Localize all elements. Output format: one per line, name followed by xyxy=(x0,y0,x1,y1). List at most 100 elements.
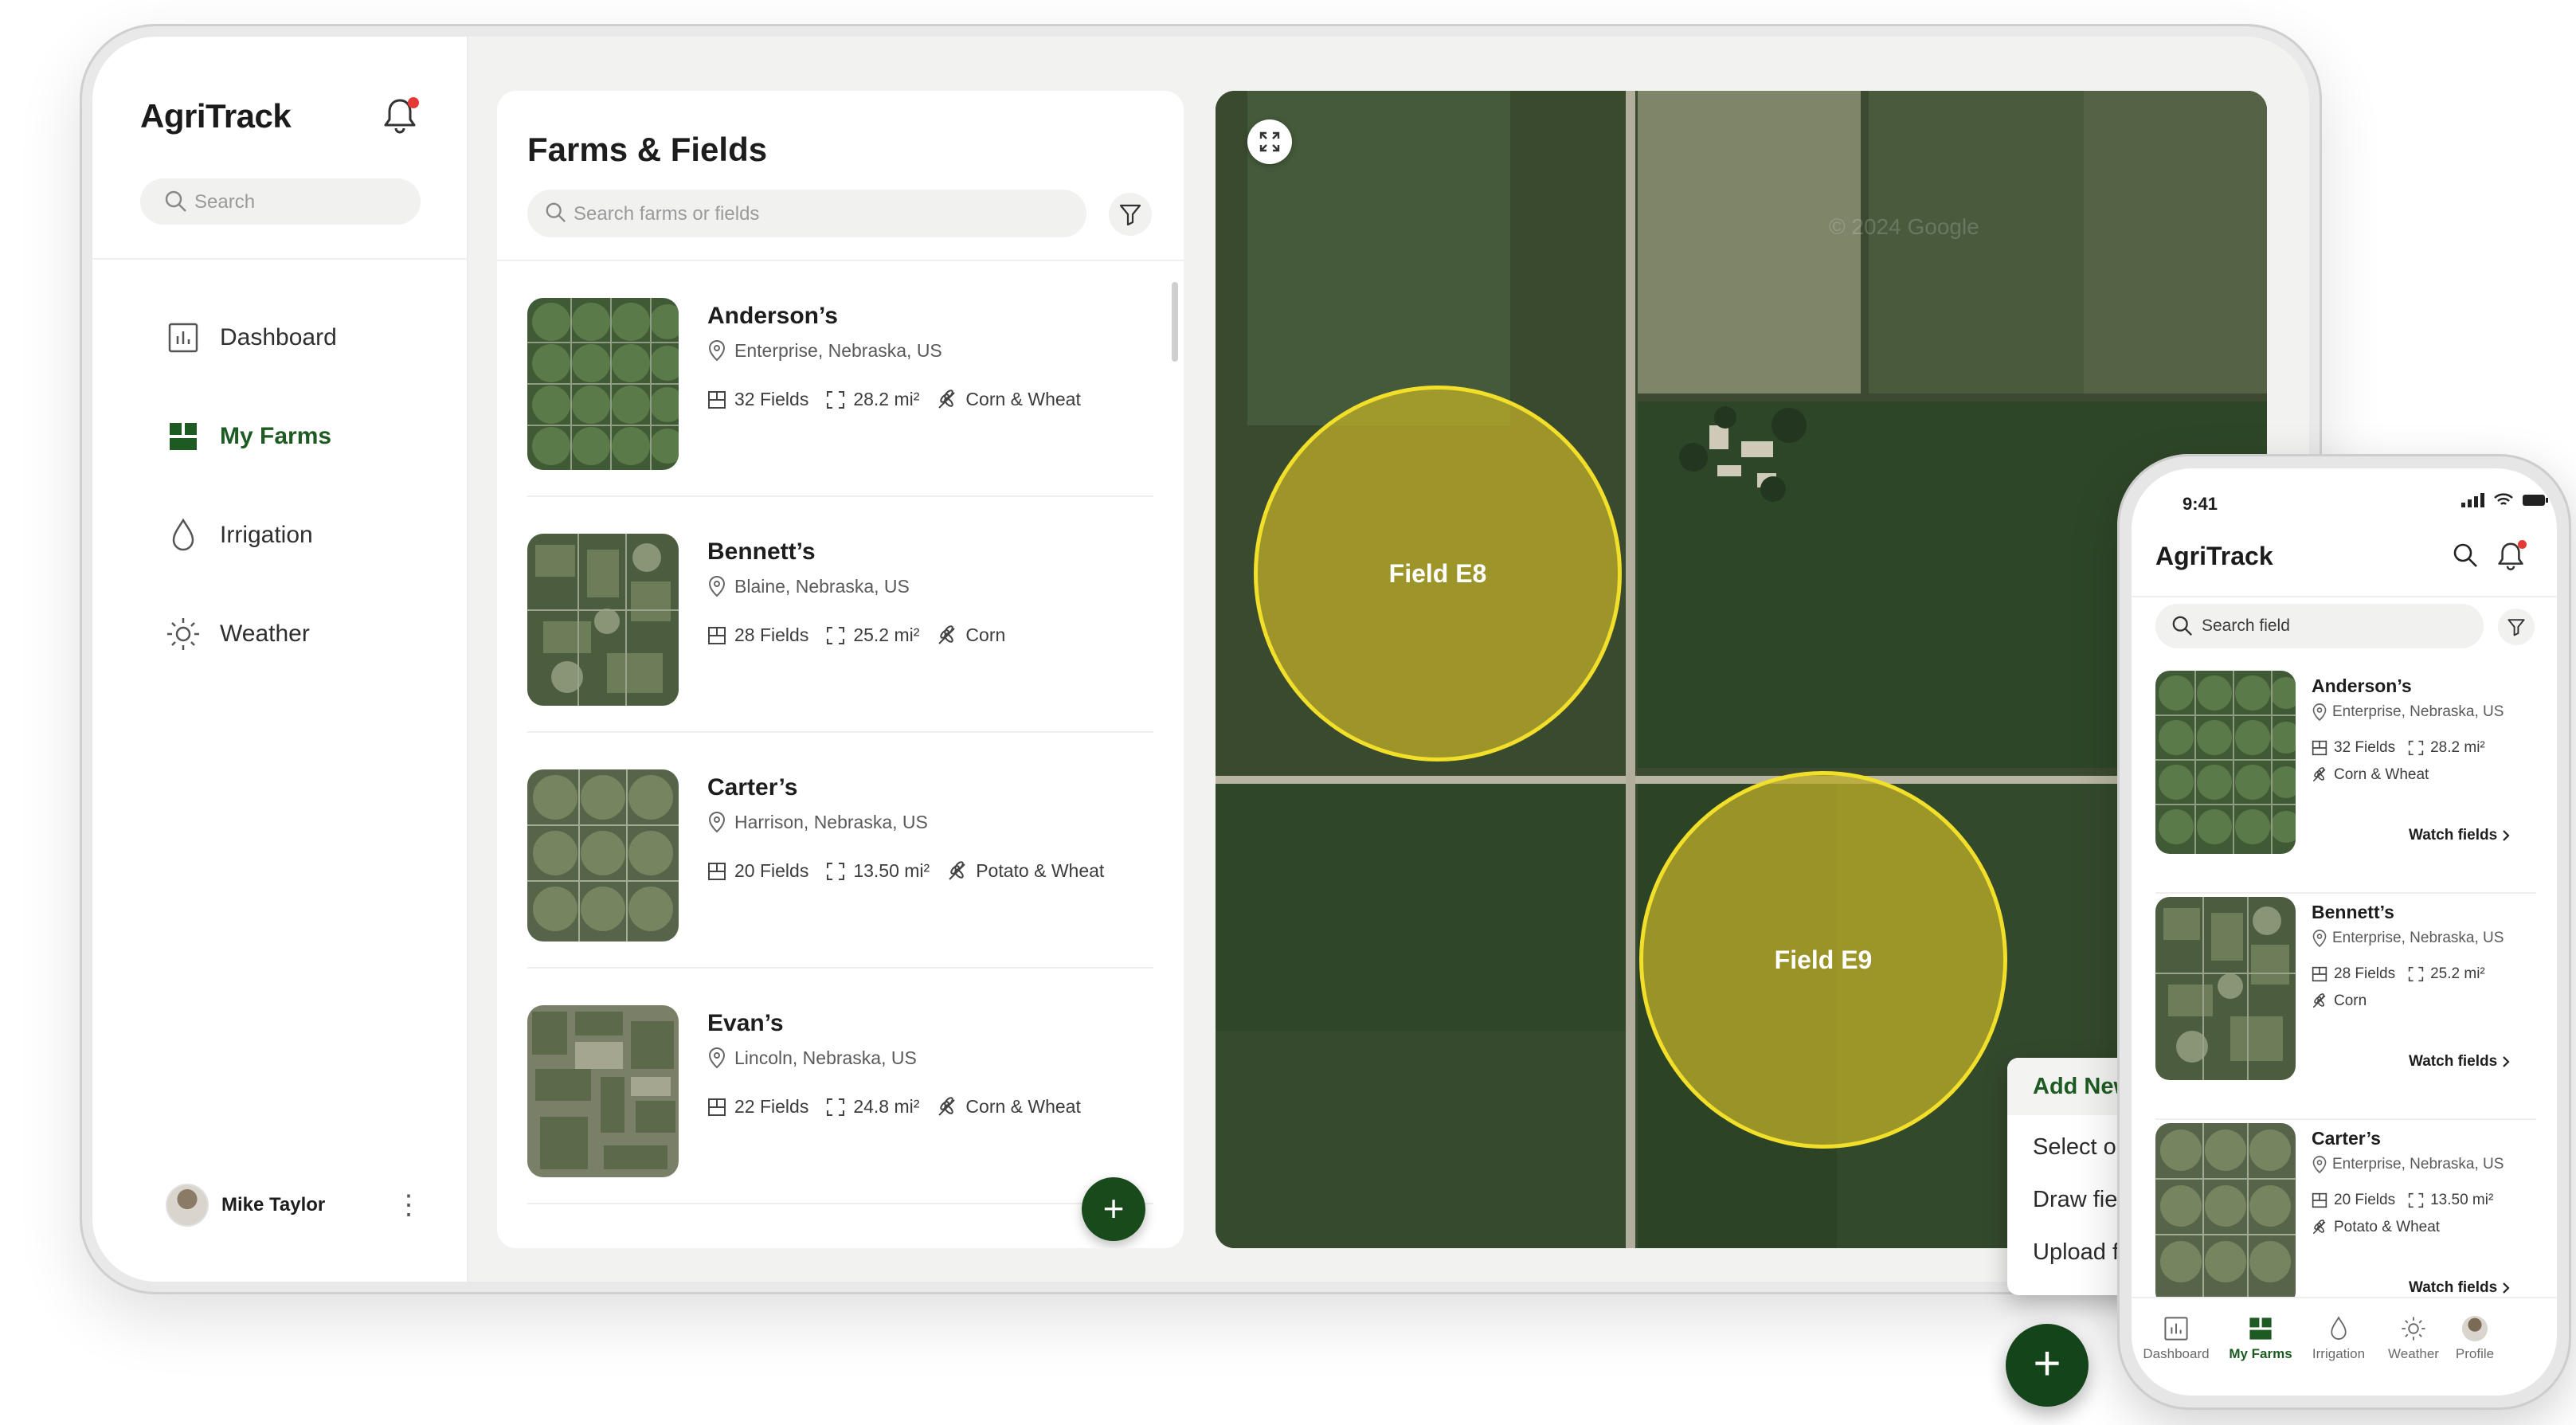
area-expand-icon xyxy=(827,1098,845,1116)
farm-crops: Potato & Wheat xyxy=(2334,1219,2441,1235)
farm-list-item[interactable]: Evan’s Lincoln, Nebraska, US 22 Fields 2… xyxy=(527,969,1153,1204)
watch-fields-label: Watch fields xyxy=(2409,1279,2498,1296)
crop-wheat-icon xyxy=(2312,767,2326,782)
tab-my-farms[interactable]: My Farms xyxy=(2221,1316,2300,1362)
farm-location-text: Harrison, Nebraska, US xyxy=(734,811,928,832)
field-boundary-e8[interactable]: Field E8 xyxy=(1254,386,1622,761)
page-title: Farms & Fields xyxy=(527,131,768,168)
farm-field-count: 32 Fields xyxy=(734,389,809,409)
farm-area: 25.2 mi² xyxy=(2430,965,2485,982)
farm-list-item[interactable]: Anderson’s Enterprise, Nebraska, US 32 F… xyxy=(527,261,1153,497)
farm-satellite-thumbnail xyxy=(527,298,679,470)
sidebar-item-label: Irrigation xyxy=(220,522,313,548)
field-boundary-e9[interactable]: Field E9 xyxy=(1639,771,2007,1149)
farm-list-item[interactable]: Bennett’s Enterprise, Nebraska, US 28 Fi… xyxy=(2155,887,2536,1120)
phone-frame: 9:41 AgriTrack Search field Anderson’s E… xyxy=(2117,454,2571,1410)
farm-area: 24.8 mi² xyxy=(853,1096,920,1117)
add-field-button[interactable]: + xyxy=(2006,1324,2089,1407)
farm-field-count: 28 Fields xyxy=(734,624,809,645)
avatar xyxy=(166,1184,209,1227)
filter-button[interactable] xyxy=(2498,609,2535,645)
filter-button[interactable] xyxy=(1109,193,1152,236)
sidebar-item-weather[interactable]: Weather xyxy=(166,610,310,658)
farm-field-count: 32 Fields xyxy=(2334,739,2396,756)
tab-label: Weather xyxy=(2388,1346,2439,1361)
farm-location: Blaine, Nebraska, US xyxy=(707,575,910,597)
farm-location-text: Lincoln, Nebraska, US xyxy=(734,1047,917,1068)
search-icon xyxy=(165,190,186,212)
field-search-input[interactable]: Search field xyxy=(2155,604,2484,648)
location-pin-icon xyxy=(708,575,726,597)
notification-bell-icon[interactable] xyxy=(2496,540,2527,572)
crop-wheat-icon xyxy=(938,389,956,409)
chevron-right-icon xyxy=(2503,1056,2510,1067)
farm-crops: Corn xyxy=(2334,992,2367,1009)
more-options-icon[interactable]: ⋮ xyxy=(395,1185,422,1225)
fullscreen-button[interactable] xyxy=(1247,119,1292,164)
sidebar: AgriTrack Search Dashboard My Farms Irri… xyxy=(92,37,468,1282)
phone-screen: 9:41 AgriTrack Search field Anderson’s E… xyxy=(2132,468,2557,1396)
farm-satellite-thumbnail xyxy=(527,1005,679,1177)
tab-profile[interactable]: Profile xyxy=(2439,1316,2511,1362)
profile-avatar-icon xyxy=(2462,1316,2488,1341)
sidebar-item-irrigation[interactable]: Irrigation xyxy=(166,511,313,559)
fields-grid-icon xyxy=(708,390,726,409)
location-pin-icon xyxy=(2312,1156,2327,1174)
app-title: AgriTrack xyxy=(2155,542,2273,570)
farm-list-item[interactable]: Carter’s Harrison, Nebraska, US 20 Field… xyxy=(527,733,1153,969)
notification-dot xyxy=(2518,540,2527,549)
bottom-tab-bar: Dashboard My Farms Irrigation Weather Pr… xyxy=(2132,1297,2557,1396)
tab-dashboard[interactable]: Dashboard xyxy=(2136,1316,2216,1362)
farm-list-item[interactable]: Anderson’s Enterprise, Nebraska, US 32 F… xyxy=(2155,661,2536,894)
watch-fields-link[interactable]: Watch fields xyxy=(2409,1279,2515,1297)
farm-name: Carter’s xyxy=(2312,1128,2381,1149)
sidebar-search-input[interactable]: Search xyxy=(140,178,421,225)
fields-grid-icon xyxy=(708,862,726,880)
location-pin-icon xyxy=(708,1047,726,1069)
filter-icon xyxy=(1119,204,1141,226)
tab-label: Dashboard xyxy=(2143,1346,2210,1361)
location-pin-icon xyxy=(2312,703,2327,722)
farm-search-placeholder: Search farms or fields xyxy=(574,203,760,225)
user-profile[interactable]: Mike Taylor xyxy=(166,1184,325,1227)
farm-meta: 32 Fields 28.2 mi² Corn & Wheat xyxy=(707,389,1098,410)
crop-wheat-icon xyxy=(949,860,965,880)
watch-fields-link[interactable]: Watch fields xyxy=(2409,1053,2515,1071)
fields-grid-icon xyxy=(708,1098,726,1116)
location-pin-icon xyxy=(708,811,726,833)
crop-wheat-icon xyxy=(938,1096,956,1116)
farm-field-count: 20 Fields xyxy=(734,860,809,881)
farm-field-count: 20 Fields xyxy=(2334,1192,2396,1208)
farm-name: Bennett’s xyxy=(2312,902,2394,922)
farm-satellite-thumbnail xyxy=(2155,897,2296,1080)
area-expand-icon xyxy=(2408,1192,2424,1208)
sidebar-search-placeholder: Search xyxy=(194,191,256,213)
farm-location: Enterprise, Nebraska, US xyxy=(2312,929,2504,948)
crop-wheat-icon xyxy=(2312,1219,2326,1235)
farm-search-input[interactable]: Search farms or fields xyxy=(527,190,1086,237)
farm-list-item[interactable]: Bennett’s Blaine, Nebraska, US 28 Fields… xyxy=(527,497,1153,733)
tablet-screen: AgriTrack Search Dashboard My Farms Irri… xyxy=(92,37,2309,1282)
tab-irrigation[interactable]: Irrigation xyxy=(2299,1316,2378,1362)
farm-location-text: Enterprise, Nebraska, US xyxy=(734,339,942,361)
status-icons xyxy=(2461,492,2549,508)
search-icon[interactable] xyxy=(2452,542,2479,569)
sidebar-item-label: My Farms xyxy=(220,423,332,449)
farm-area: 25.2 mi² xyxy=(853,624,920,645)
add-farm-button[interactable]: + xyxy=(1082,1177,1145,1241)
dashboard-icon xyxy=(166,320,201,355)
watch-fields-link[interactable]: Watch fields xyxy=(2409,827,2515,844)
farm-satellite-thumbnail xyxy=(2155,1123,2296,1306)
tab-label: My Farms xyxy=(2229,1346,2292,1361)
scrollbar[interactable] xyxy=(1172,282,1178,362)
watch-fields-label: Watch fields xyxy=(2409,1053,2498,1070)
sidebar-item-dashboard[interactable]: Dashboard xyxy=(166,314,337,362)
farm-meta: 32 Fields 28.2 mi² xyxy=(2312,739,2498,757)
fields-grid-icon xyxy=(2312,966,2327,982)
fields-grid-icon xyxy=(2312,1192,2327,1208)
dashboard-icon xyxy=(2164,1317,2188,1341)
notification-bell-icon[interactable] xyxy=(382,96,421,137)
signal-icon xyxy=(2461,493,2484,507)
sidebar-item-my-farms[interactable]: My Farms xyxy=(166,413,331,460)
notification-dot xyxy=(408,97,419,108)
